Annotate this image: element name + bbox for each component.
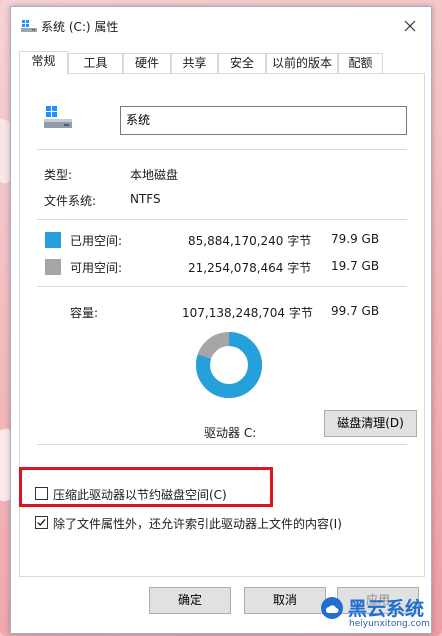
- free-space-swatch: [45, 259, 61, 275]
- usage-donut-chart: [196, 332, 262, 398]
- filesystem-value: NTFS: [130, 192, 161, 206]
- tab-previous-versions[interactable]: 以前的版本: [266, 53, 338, 74]
- tab-sharing[interactable]: 共享: [171, 53, 218, 74]
- free-space-gb: 19.7 GB: [331, 259, 380, 273]
- filesystem-label: 文件系统:: [44, 194, 97, 208]
- ok-button[interactable]: 确定: [149, 587, 231, 614]
- window-title: 系统 (C:) 属性: [41, 20, 119, 34]
- watermark: 黑云系统 heiyunxitong.com: [316, 590, 442, 636]
- title-bar[interactable]: 系统 (C:) 属性: [11, 7, 431, 43]
- tab-tools[interactable]: 工具: [68, 53, 123, 74]
- cloud-logo-icon: [321, 597, 343, 619]
- drive-letter-label: 驱动器 C:: [204, 426, 257, 440]
- type-label: 类型:: [44, 168, 73, 182]
- type-value: 本地磁盘: [130, 168, 179, 182]
- divider: [37, 219, 407, 220]
- allow-indexing-checkbox[interactable]: [35, 516, 48, 529]
- close-icon[interactable]: [399, 15, 421, 37]
- used-space-gb: 79.9 GB: [331, 232, 380, 246]
- capacity-gb: 99.7 GB: [331, 304, 380, 318]
- drive-icon: [21, 20, 37, 32]
- used-space-label: 已用空间:: [70, 234, 123, 248]
- capacity-bytes: 107,138,248,704 字节: [182, 306, 313, 320]
- cancel-button[interactable]: 取消: [244, 587, 326, 614]
- checkmark-icon: [37, 519, 46, 526]
- drive-name-input[interactable]: 系统: [120, 106, 407, 135]
- capacity-label: 容量:: [70, 306, 99, 320]
- allow-indexing-label[interactable]: 除了文件属性外，还允许索引此驱动器上文件的内容(I): [53, 515, 342, 532]
- free-space-label: 可用空间:: [70, 261, 123, 275]
- divider: [37, 286, 407, 287]
- used-space-swatch: [45, 232, 61, 248]
- watermark-brand: 黑云系统: [348, 598, 425, 620]
- watermark-url: heiyunxitong.com: [349, 619, 430, 629]
- drive-large-icon: [44, 106, 72, 128]
- divider: [37, 149, 407, 150]
- tab-general[interactable]: 常规: [19, 51, 68, 75]
- free-space-bytes: 21,254,078,464 字节: [188, 261, 312, 275]
- properties-window: 系统 (C:) 属性 常规 工具 硬件 共享 安全 以前的版本 配额 系统 类型…: [10, 6, 432, 634]
- divider: [37, 444, 407, 445]
- used-space-bytes: 85,884,170,240 字节: [188, 234, 312, 248]
- tab-strip: 常规 工具 硬件 共享 安全 以前的版本 配额: [19, 51, 425, 75]
- disk-cleanup-button[interactable]: 磁盘清理(D): [324, 410, 417, 437]
- tab-quota[interactable]: 配额: [338, 53, 383, 74]
- tab-security[interactable]: 安全: [218, 53, 266, 74]
- tab-hardware[interactable]: 硬件: [123, 53, 171, 74]
- highlight-box: [19, 467, 273, 507]
